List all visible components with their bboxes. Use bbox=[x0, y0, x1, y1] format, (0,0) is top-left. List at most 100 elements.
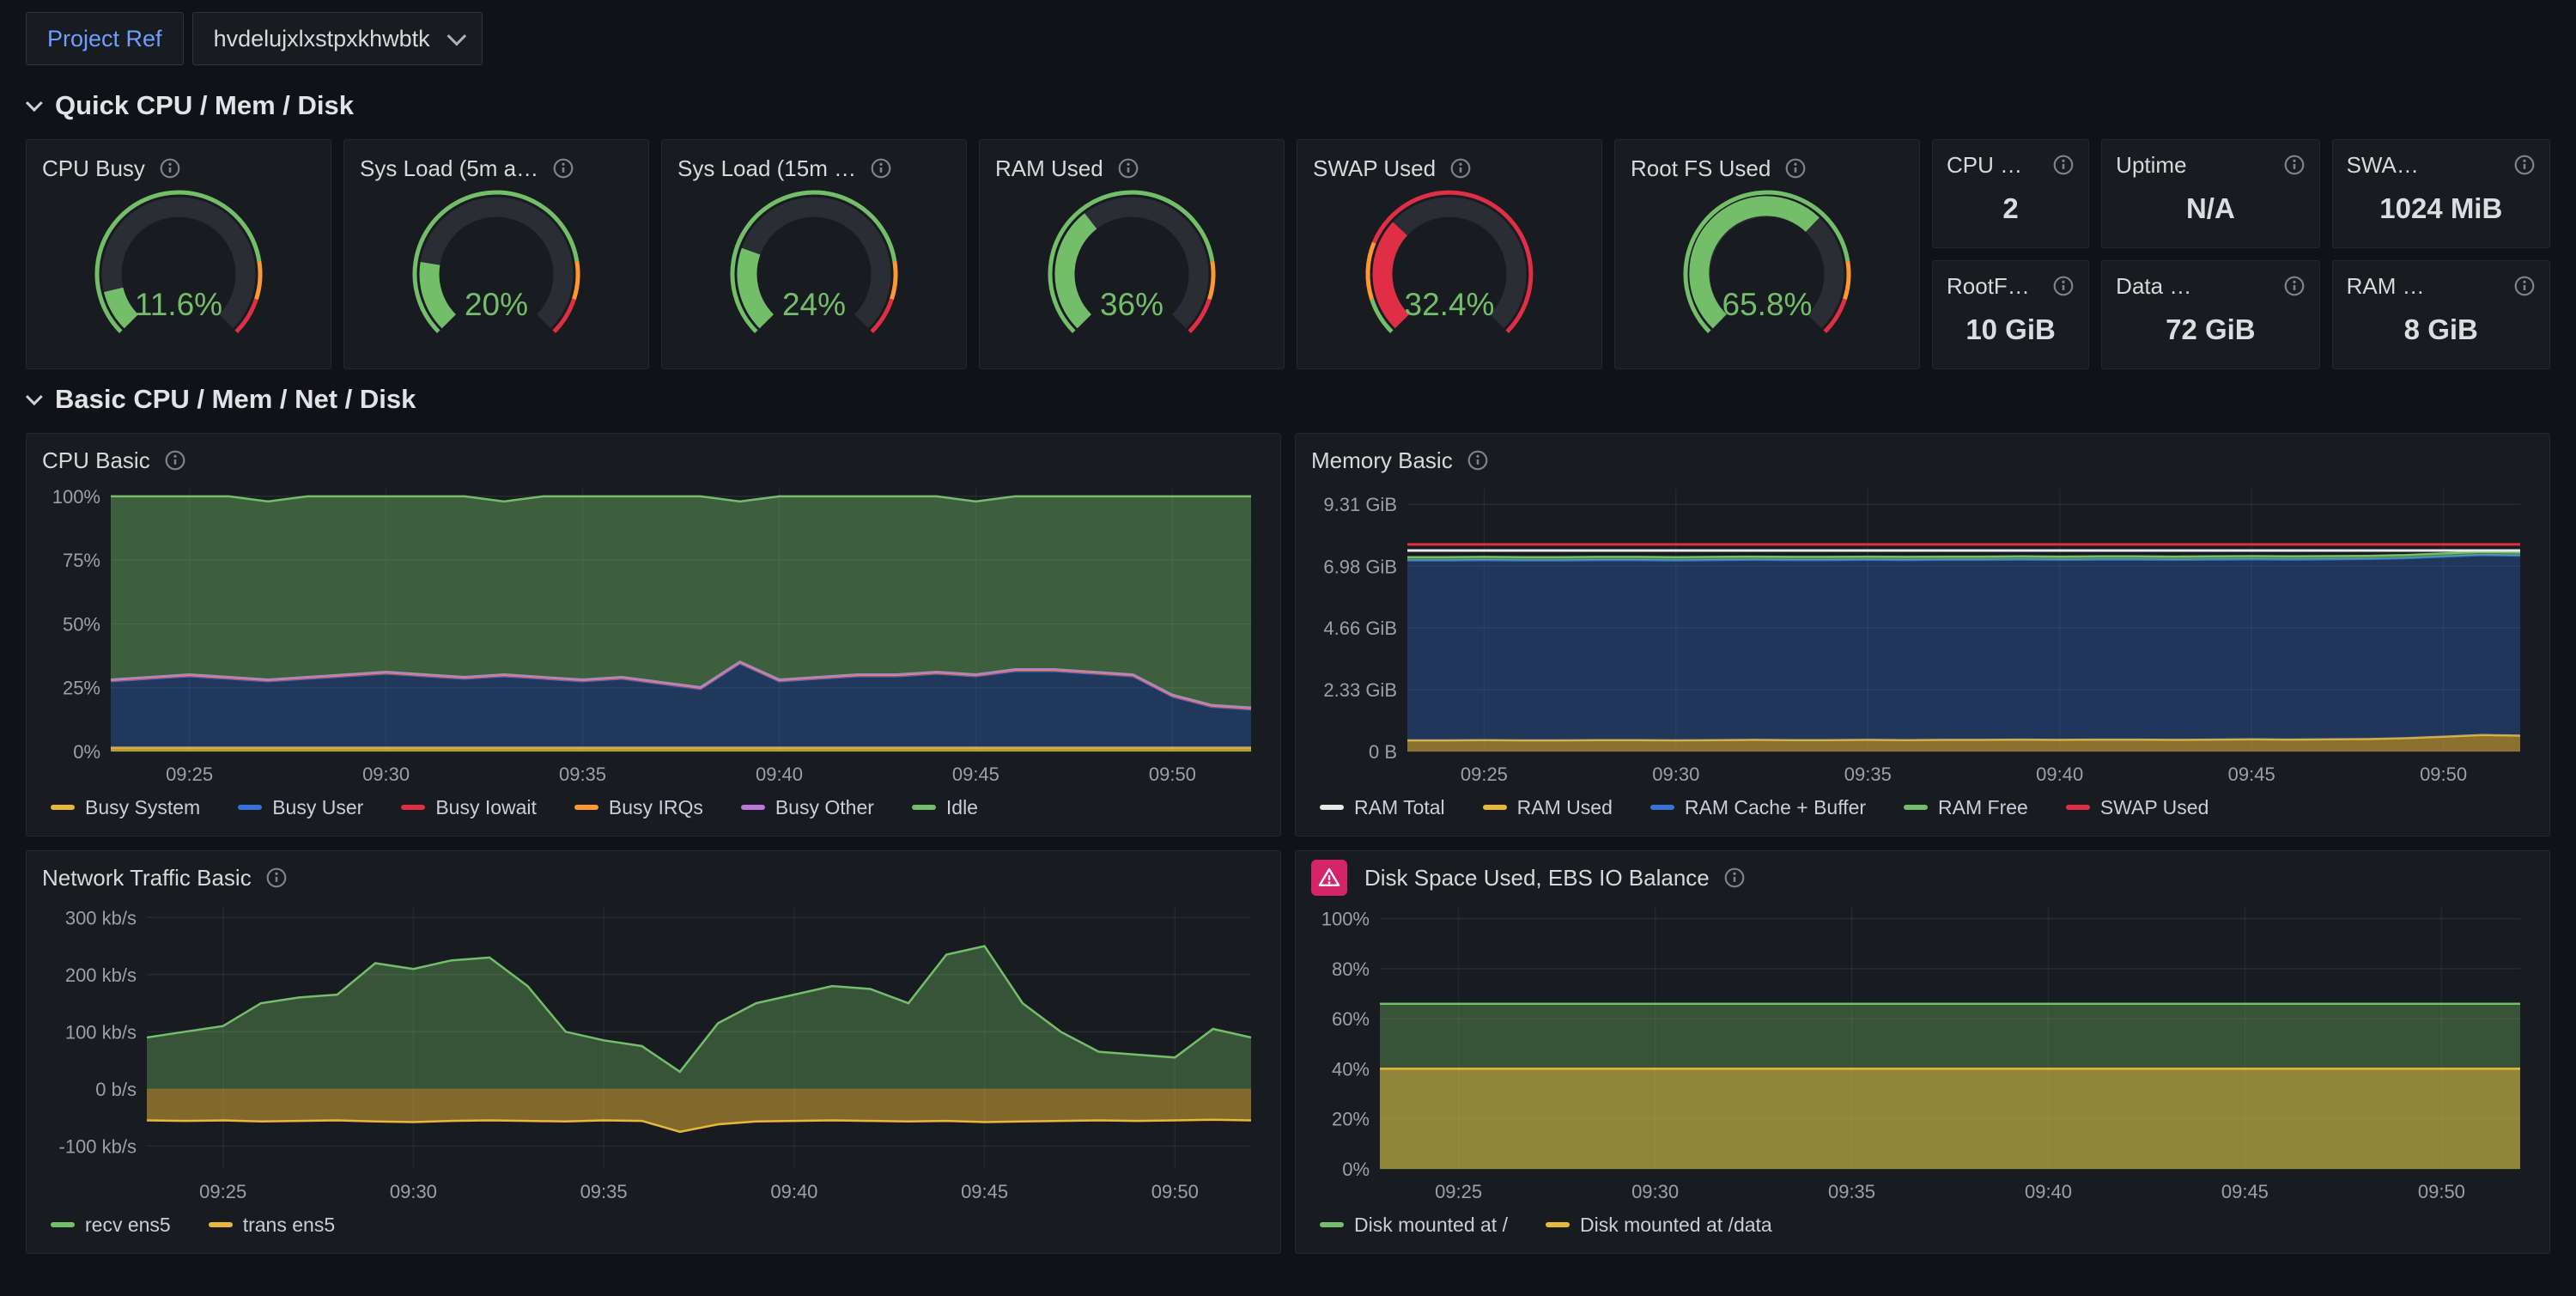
panel-title[interactable]: Sys Load (15m … bbox=[677, 155, 856, 182]
network-traffic-chart[interactable]: 09:2509:3009:3509:4009:4509:50-100 kb/s0… bbox=[42, 896, 1265, 1205]
section-basic-header[interactable]: Basic CPU / Mem / Net / Disk bbox=[26, 376, 2550, 423]
info-icon[interactable] bbox=[265, 867, 288, 889]
info-icon[interactable] bbox=[1723, 867, 1746, 889]
stat-value: 1024 MiB bbox=[2347, 183, 2536, 240]
panel-title[interactable]: Root FS Used bbox=[1631, 155, 1771, 182]
legend-label: Idle bbox=[946, 796, 978, 819]
svg-text:09:25: 09:25 bbox=[1461, 764, 1508, 785]
svg-text:20%: 20% bbox=[465, 287, 528, 322]
svg-text:200 kb/s: 200 kb/s bbox=[65, 964, 137, 986]
info-icon[interactable] bbox=[2283, 275, 2306, 297]
panel-title[interactable]: RAM … bbox=[2347, 273, 2425, 300]
svg-text:09:30: 09:30 bbox=[390, 1181, 437, 1202]
panel-ram-used: RAM Used 36% bbox=[979, 139, 1285, 369]
gauge: 36% bbox=[995, 186, 1268, 362]
panel-title[interactable]: Data … bbox=[2116, 273, 2191, 300]
panel-title[interactable]: Uptime bbox=[2116, 152, 2186, 179]
project-ref-label: Project Ref bbox=[26, 12, 184, 65]
legend: Busy System Busy User Busy Iowait Busy IRQs… bbox=[42, 788, 1265, 827]
svg-text:09:30: 09:30 bbox=[1652, 764, 1699, 785]
legend-item[interactable]: Busy User bbox=[238, 796, 363, 819]
info-icon[interactable] bbox=[159, 157, 181, 179]
info-icon[interactable] bbox=[2052, 154, 2075, 176]
legend-item[interactable]: Idle bbox=[912, 796, 978, 819]
legend-swatch bbox=[912, 805, 936, 810]
legend-label: RAM Used bbox=[1517, 796, 1613, 819]
panel-title[interactable]: CPU Busy bbox=[42, 155, 145, 182]
stat-value: 2 bbox=[1947, 183, 2075, 240]
svg-text:0 B: 0 B bbox=[1369, 741, 1397, 763]
svg-text:09:50: 09:50 bbox=[1149, 764, 1196, 785]
legend-item[interactable]: Disk mounted at /data bbox=[1546, 1214, 1772, 1237]
svg-text:9.31 GiB: 9.31 GiB bbox=[1323, 494, 1397, 515]
info-icon[interactable] bbox=[552, 157, 574, 179]
panel-title[interactable]: Sys Load (5m a… bbox=[360, 155, 538, 182]
panel-title[interactable]: SWAP Used bbox=[1313, 155, 1436, 182]
legend-label: Busy Iowait bbox=[435, 796, 537, 819]
info-icon[interactable] bbox=[2513, 275, 2536, 297]
legend-item[interactable]: recv ens5 bbox=[51, 1214, 171, 1237]
panel-cpu-basic: CPU Basic 09:2509:3009:3509:4009:4509:50… bbox=[26, 433, 1281, 837]
legend-item[interactable]: RAM Cache + Buffer bbox=[1650, 796, 1866, 819]
panel-title[interactable]: CPU … bbox=[1947, 152, 2022, 179]
legend-item[interactable]: Busy System bbox=[51, 796, 200, 819]
panel-ram-total: RAM … 8 GiB bbox=[2332, 260, 2550, 369]
svg-text:4.66 GiB: 4.66 GiB bbox=[1323, 618, 1397, 639]
panel-title[interactable]: CPU Basic bbox=[42, 447, 150, 474]
section-title: Basic CPU / Mem / Net / Disk bbox=[55, 384, 416, 415]
info-icon[interactable] bbox=[2283, 154, 2306, 176]
info-icon[interactable] bbox=[1449, 157, 1472, 179]
stat-panels-grid: CPU … 2 Uptime N/A SWA… 1024 MiB bbox=[1932, 139, 2550, 369]
info-icon[interactable] bbox=[870, 157, 892, 179]
legend-item[interactable]: RAM Used bbox=[1483, 796, 1613, 819]
gauge: 11.6% bbox=[42, 186, 315, 362]
panel-disk-space: Disk Space Used, EBS IO Balance 09:2509:… bbox=[1295, 850, 2550, 1254]
svg-text:25%: 25% bbox=[63, 678, 100, 699]
legend-item[interactable]: SWAP Used bbox=[2066, 796, 2209, 819]
svg-text:09:45: 09:45 bbox=[961, 1181, 1008, 1202]
svg-text:40%: 40% bbox=[1332, 1058, 1370, 1080]
toolbar: Project Ref hvdelujxlxstpxkhwbtk bbox=[26, 12, 2550, 65]
panel-title[interactable]: SWA… bbox=[2347, 152, 2419, 179]
info-icon[interactable] bbox=[1117, 157, 1139, 179]
svg-text:80%: 80% bbox=[1332, 958, 1370, 980]
info-icon[interactable] bbox=[2052, 275, 2075, 297]
gauge: 32.4% bbox=[1313, 186, 1586, 362]
legend-label: trans ens5 bbox=[243, 1214, 335, 1237]
svg-text:100%: 100% bbox=[52, 486, 100, 508]
legend-item[interactable]: Busy Other bbox=[741, 796, 874, 819]
disk-space-chart[interactable]: 09:2509:3009:3509:4009:4509:500%20%40%60… bbox=[1311, 896, 2534, 1205]
info-icon[interactable] bbox=[2513, 154, 2536, 176]
legend-label: RAM Total bbox=[1354, 796, 1445, 819]
svg-text:32.4%: 32.4% bbox=[1405, 287, 1495, 322]
panel-title[interactable]: Memory Basic bbox=[1311, 447, 1453, 474]
cpu-basic-chart[interactable]: 09:2509:3009:3509:4009:4509:500%25%50%75… bbox=[42, 478, 1265, 788]
legend-item[interactable]: Busy IRQs bbox=[574, 796, 703, 819]
panel-title[interactable]: RootF… bbox=[1947, 273, 2030, 300]
legend-swatch bbox=[574, 805, 598, 810]
legend-item[interactable]: Busy Iowait bbox=[401, 796, 537, 819]
dashboard: Project Ref hvdelujxlxstpxkhwbtk Quick C… bbox=[0, 0, 2576, 1266]
legend-item[interactable]: RAM Free bbox=[1904, 796, 2028, 819]
panel-title[interactable]: Network Traffic Basic bbox=[42, 865, 252, 891]
gauge: 20% bbox=[360, 186, 633, 362]
svg-text:09:35: 09:35 bbox=[1828, 1181, 1875, 1202]
panel-swap-used: SWAP Used 32.4% bbox=[1297, 139, 1602, 369]
legend-item[interactable]: Disk mounted at / bbox=[1320, 1214, 1508, 1237]
info-icon[interactable] bbox=[164, 449, 186, 472]
svg-text:50%: 50% bbox=[63, 614, 100, 636]
info-icon[interactable] bbox=[1784, 157, 1807, 179]
legend-swatch bbox=[51, 1222, 75, 1227]
legend-label: Disk mounted at / bbox=[1354, 1214, 1508, 1237]
legend-item[interactable]: trans ens5 bbox=[209, 1214, 335, 1237]
svg-text:6.98 GiB: 6.98 GiB bbox=[1323, 556, 1397, 577]
alert-icon[interactable] bbox=[1311, 860, 1347, 896]
panel-title[interactable]: RAM Used bbox=[995, 155, 1103, 182]
memory-basic-chart[interactable]: 09:2509:3009:3509:4009:4509:500 B2.33 Gi… bbox=[1311, 478, 2534, 788]
section-quick-header[interactable]: Quick CPU / Mem / Disk bbox=[26, 82, 2550, 129]
legend: recv ens5 trans ens5 bbox=[42, 1205, 1265, 1244]
info-icon[interactable] bbox=[1467, 449, 1489, 472]
project-ref-select[interactable]: hvdelujxlxstpxkhwbtk bbox=[192, 12, 483, 65]
legend-item[interactable]: RAM Total bbox=[1320, 796, 1445, 819]
panel-title[interactable]: Disk Space Used, EBS IO Balance bbox=[1364, 865, 1710, 891]
